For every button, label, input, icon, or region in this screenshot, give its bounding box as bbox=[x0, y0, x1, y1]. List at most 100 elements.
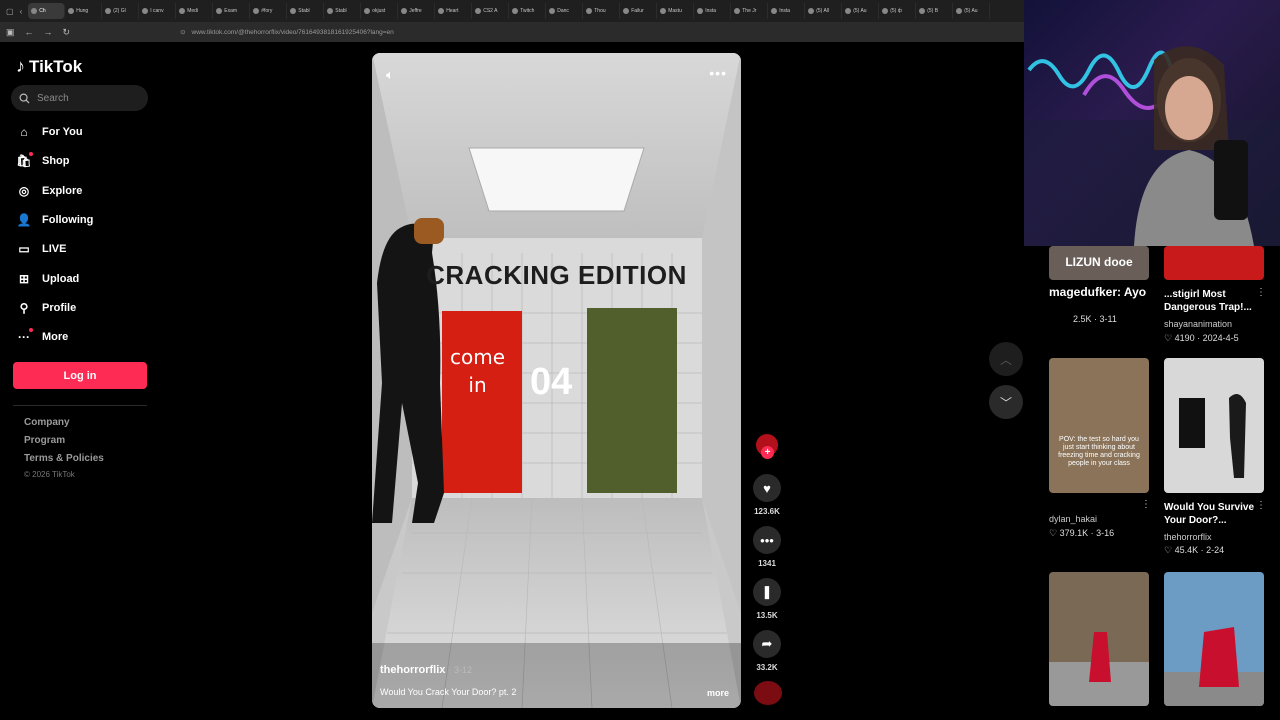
nav-following[interactable]: 👤 Following bbox=[17, 213, 94, 227]
door-text-line2: in bbox=[468, 373, 487, 397]
tiktok-logo[interactable]: ♪ TikTok bbox=[16, 56, 82, 77]
heart-icon[interactable]: ♥ bbox=[753, 474, 781, 502]
browser-tab[interactable]: Heart bbox=[435, 3, 473, 19]
card-menu-icon[interactable]: ⋮ bbox=[1141, 499, 1151, 510]
browser-tab[interactable]: (2) Gl bbox=[102, 3, 140, 19]
browser-tab[interactable]: Ch bbox=[28, 3, 66, 19]
sidebar-toggle-icon[interactable]: ▣ bbox=[6, 27, 15, 38]
recommended-card-6-thumb[interactable] bbox=[1164, 572, 1264, 706]
browser-tab[interactable]: The Jr bbox=[731, 3, 769, 19]
bookmark-icon[interactable]: ❚ bbox=[753, 578, 781, 606]
browser-tab[interactable]: Hung bbox=[65, 3, 103, 19]
previous-video-button[interactable]: ︿ bbox=[989, 342, 1023, 376]
address-bar: ▣ ← → ↻ ⊙ www.tiktok.com/@thehorrorflix/… bbox=[0, 22, 1024, 42]
card-menu-icon[interactable]: ⋮ bbox=[1256, 500, 1266, 511]
nav-upload[interactable]: ⊞ Upload bbox=[17, 272, 79, 286]
browser-tab[interactable]: Mastu bbox=[657, 3, 695, 19]
recommended-card-1-thumb[interactable]: LIZUN dooe bbox=[1049, 246, 1149, 280]
tab-favicon-icon bbox=[68, 8, 75, 14]
browser-tab[interactable]: Medi bbox=[176, 3, 214, 19]
browser-tab[interactable]: Insta bbox=[694, 3, 732, 19]
card-title[interactable]: ...stigirl Most Dangerous Trap!... bbox=[1164, 288, 1256, 314]
browser-tab[interactable]: Jeffre bbox=[398, 3, 436, 19]
browser-tab[interactable]: (5) Au bbox=[842, 3, 880, 19]
browser-tab[interactable]: (5) Au bbox=[953, 3, 991, 19]
recommended-card-2-thumb[interactable] bbox=[1164, 246, 1264, 280]
browser-tab[interactable]: Stabl bbox=[324, 3, 362, 19]
save-action[interactable]: ❚ 13.5K bbox=[753, 578, 781, 620]
comment-icon[interactable]: ••• bbox=[753, 526, 781, 554]
tab-favicon-icon bbox=[475, 8, 482, 14]
site-info-icon[interactable]: ⊙ bbox=[180, 28, 185, 36]
browser-tab[interactable]: Twitch bbox=[509, 3, 547, 19]
tab-favicon-icon bbox=[808, 8, 815, 14]
share-icon[interactable]: ➦ bbox=[753, 630, 781, 658]
nav-label: Explore bbox=[42, 185, 83, 197]
mute-icon[interactable]: 🔈︎ bbox=[386, 67, 394, 83]
tab-favicon-icon bbox=[771, 8, 778, 14]
follow-button[interactable]: + bbox=[761, 446, 774, 459]
tab-favicon-icon bbox=[882, 8, 889, 14]
video-date: · 3-12 bbox=[448, 665, 472, 675]
forward-icon[interactable]: → bbox=[44, 27, 53, 37]
card-title[interactable]: Would You Survive Your Door?... bbox=[1164, 501, 1256, 527]
more-link[interactable]: more bbox=[707, 688, 729, 698]
footer-link-program[interactable]: Program bbox=[24, 435, 65, 446]
tab-strip: Ch Hung (2) Gl I canv Medi Exam #fory Stabl Stab… bbox=[28, 3, 991, 19]
card-menu-icon[interactable]: ⋮ bbox=[1256, 287, 1266, 298]
video-author[interactable]: thehorrorflix · 3-12 bbox=[380, 664, 472, 676]
browser-tab[interactable]: Exam bbox=[213, 3, 251, 19]
comment-action[interactable]: ••• 1341 bbox=[753, 526, 781, 568]
nav-profile[interactable]: ⚲ Profile bbox=[17, 301, 77, 315]
nav-live[interactable]: ▭ LIVE bbox=[17, 242, 66, 256]
recommended-card-5-thumb[interactable] bbox=[1049, 572, 1149, 706]
tab-menu-icon[interactable]: ▢ bbox=[6, 7, 14, 16]
browser-tab[interactable]: CS2 A bbox=[472, 3, 510, 19]
next-video-button[interactable]: ﹀ bbox=[989, 385, 1023, 419]
video-options-icon[interactable]: ••• bbox=[709, 65, 727, 81]
tab-label: (5) Au bbox=[853, 8, 867, 14]
footer-link-company[interactable]: Company bbox=[24, 417, 70, 428]
footer-link-terms[interactable]: Terms & Policies bbox=[24, 453, 104, 464]
music-disc-icon[interactable] bbox=[754, 681, 782, 705]
shop-icon: 🛍 bbox=[16, 152, 33, 168]
login-button[interactable]: Log in bbox=[13, 362, 147, 389]
browser-tab[interactable]: Thou bbox=[583, 3, 621, 19]
tab-favicon-icon bbox=[327, 8, 334, 14]
browser-tab[interactable]: I canv bbox=[139, 3, 177, 19]
recommended-card-3-thumb[interactable]: POV: the test so hard you just start thi… bbox=[1049, 358, 1149, 493]
browser-tab[interactable]: (5) All bbox=[805, 3, 843, 19]
nav-for-you[interactable]: ⌂ For You bbox=[17, 125, 82, 139]
search-input[interactable]: Search bbox=[11, 85, 148, 111]
card-user[interactable]: dylan_hakai bbox=[1049, 514, 1097, 524]
chevron-up-icon: ︿ bbox=[999, 352, 1012, 367]
video-username[interactable]: thehorrorflix bbox=[380, 664, 445, 676]
browser-tab[interactable]: okjust bbox=[361, 3, 399, 19]
nav-more[interactable]: ··· More bbox=[17, 328, 68, 344]
recommended-card-4-thumb[interactable] bbox=[1164, 358, 1264, 493]
tab-back-icon[interactable]: ‹ bbox=[20, 7, 23, 16]
browser-tab[interactable]: #fory bbox=[250, 3, 288, 19]
video-description: Would You Crack Your Door? pt. 2 bbox=[380, 687, 517, 697]
url-field[interactable]: ⊙ www.tiktok.com/@thehorrorflix/video/76… bbox=[180, 28, 394, 37]
browser-tab[interactable]: Stabl bbox=[287, 3, 325, 19]
like-action[interactable]: ♥ 123.6K bbox=[753, 474, 781, 516]
back-icon[interactable]: ← bbox=[25, 27, 34, 37]
nav-shop[interactable]: 🛍 Shop bbox=[16, 152, 70, 168]
tab-label: Twitch bbox=[520, 8, 535, 14]
tab-favicon-icon bbox=[253, 8, 260, 14]
card-user[interactable]: shayananimation bbox=[1164, 319, 1232, 329]
browser-tab[interactable]: Insta bbox=[768, 3, 806, 19]
card-user[interactable]: thehorrorflix bbox=[1164, 532, 1212, 542]
browser-tab[interactable]: Failur bbox=[620, 3, 658, 19]
reload-icon[interactable]: ↻ bbox=[63, 27, 71, 38]
browser-tab[interactable]: Danc bbox=[546, 3, 584, 19]
nav-label: Upload bbox=[42, 273, 80, 285]
heart-icon: ♡ bbox=[1164, 333, 1175, 343]
video-player[interactable]: 🔈︎ ••• CRACKING EDITION come in 04 theho… bbox=[372, 53, 741, 708]
share-action[interactable]: ➦ 33.2K bbox=[753, 630, 781, 672]
nav-explore[interactable]: ◎ Explore bbox=[17, 184, 83, 198]
browser-tab[interactable]: (5) ф bbox=[879, 3, 917, 19]
browser-tab[interactable]: (5) B bbox=[916, 3, 954, 19]
url-text[interactable]: www.tiktok.com/@thehorrorflix/video/7616… bbox=[192, 29, 394, 36]
